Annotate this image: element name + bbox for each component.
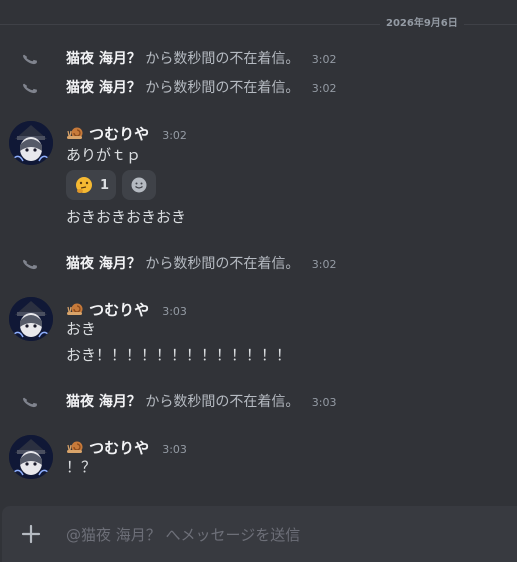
phone-missed-icon <box>23 397 38 408</box>
missed-call-text: から数秒間の不在着信。 <box>145 394 300 410</box>
missed-call-message: 猫夜 海月？ から数秒間の不在着信。 3:02 <box>0 77 517 99</box>
missed-call-message: 猫夜 海月？ から数秒間の不在着信。 3:02 <box>0 48 517 70</box>
missed-call-text: から数秒間の不在着信。 <box>145 256 300 272</box>
message-group: つむりや 3:03 おき おき！！！！！！！！！！！！！ <box>0 297 517 367</box>
avatar[interactable] <box>9 121 53 165</box>
caller-name[interactable]: 猫夜 海月？ <box>66 256 141 272</box>
author-name[interactable]: つむりや <box>89 439 149 457</box>
timestamp: 3:03 <box>162 443 187 456</box>
message-text: おき！！！！！！！！！！！！！ <box>66 346 292 364</box>
missed-call-text: から数秒間の不在着信。 <box>145 80 300 96</box>
message-input-placeholder[interactable]: @猫夜 海月？ へメッセージを送信 <box>66 524 300 545</box>
snail-icon <box>67 441 83 453</box>
snail-icon <box>67 303 83 315</box>
message-text: おき <box>66 320 97 338</box>
caller-name[interactable]: 猫夜 海月？ <box>66 51 141 67</box>
reaction-thinking[interactable]: 1 <box>66 170 116 200</box>
avatar[interactable] <box>9 435 53 479</box>
message-text: おきおきおきおき <box>66 208 187 226</box>
message-group: つむりや 3:03 ！？ <box>0 435 517 481</box>
thinking-face-emoji <box>76 177 92 193</box>
phone-missed-icon <box>23 259 38 270</box>
snail-icon <box>67 127 83 139</box>
author-name[interactable]: つむりや <box>89 301 149 319</box>
phone-missed-icon <box>23 54 38 65</box>
message-text: ありがｔｐ <box>66 146 142 164</box>
timestamp: 3:02 <box>311 258 337 271</box>
timestamp: 3:03 <box>311 396 337 409</box>
timestamp: 3:02 <box>311 82 337 95</box>
message-text: ！？ <box>66 458 97 476</box>
author-name[interactable]: つむりや <box>89 125 149 143</box>
timestamp: 3:02 <box>311 53 337 66</box>
missed-call-message: 猫夜 海月？ から数秒間の不在着信。 3:03 <box>0 391 517 413</box>
add-reaction-icon <box>131 177 147 193</box>
date-divider-label: 2026年9月6日 <box>380 17 464 31</box>
add-attachment-icon[interactable] <box>20 523 42 545</box>
phone-missed-icon <box>23 83 38 94</box>
timestamp: 3:02 <box>162 129 187 142</box>
reaction-count: 1 <box>100 177 110 193</box>
missed-call-text: から数秒間の不在着信。 <box>145 51 300 67</box>
missed-call-message: 猫夜 海月？ から数秒間の不在着信。 3:02 <box>0 253 517 275</box>
caller-name[interactable]: 猫夜 海月？ <box>66 394 141 410</box>
message-input-bar[interactable]: @猫夜 海月？ へメッセージを送信 <box>2 506 517 562</box>
add-reaction-button[interactable] <box>122 170 156 200</box>
message-group: つむりや 3:02 ありがｔｐ 1 おきおきおきおき <box>0 121 517 231</box>
caller-name[interactable]: 猫夜 海月？ <box>66 80 141 96</box>
timestamp: 3:03 <box>162 305 187 318</box>
avatar[interactable] <box>9 297 53 341</box>
